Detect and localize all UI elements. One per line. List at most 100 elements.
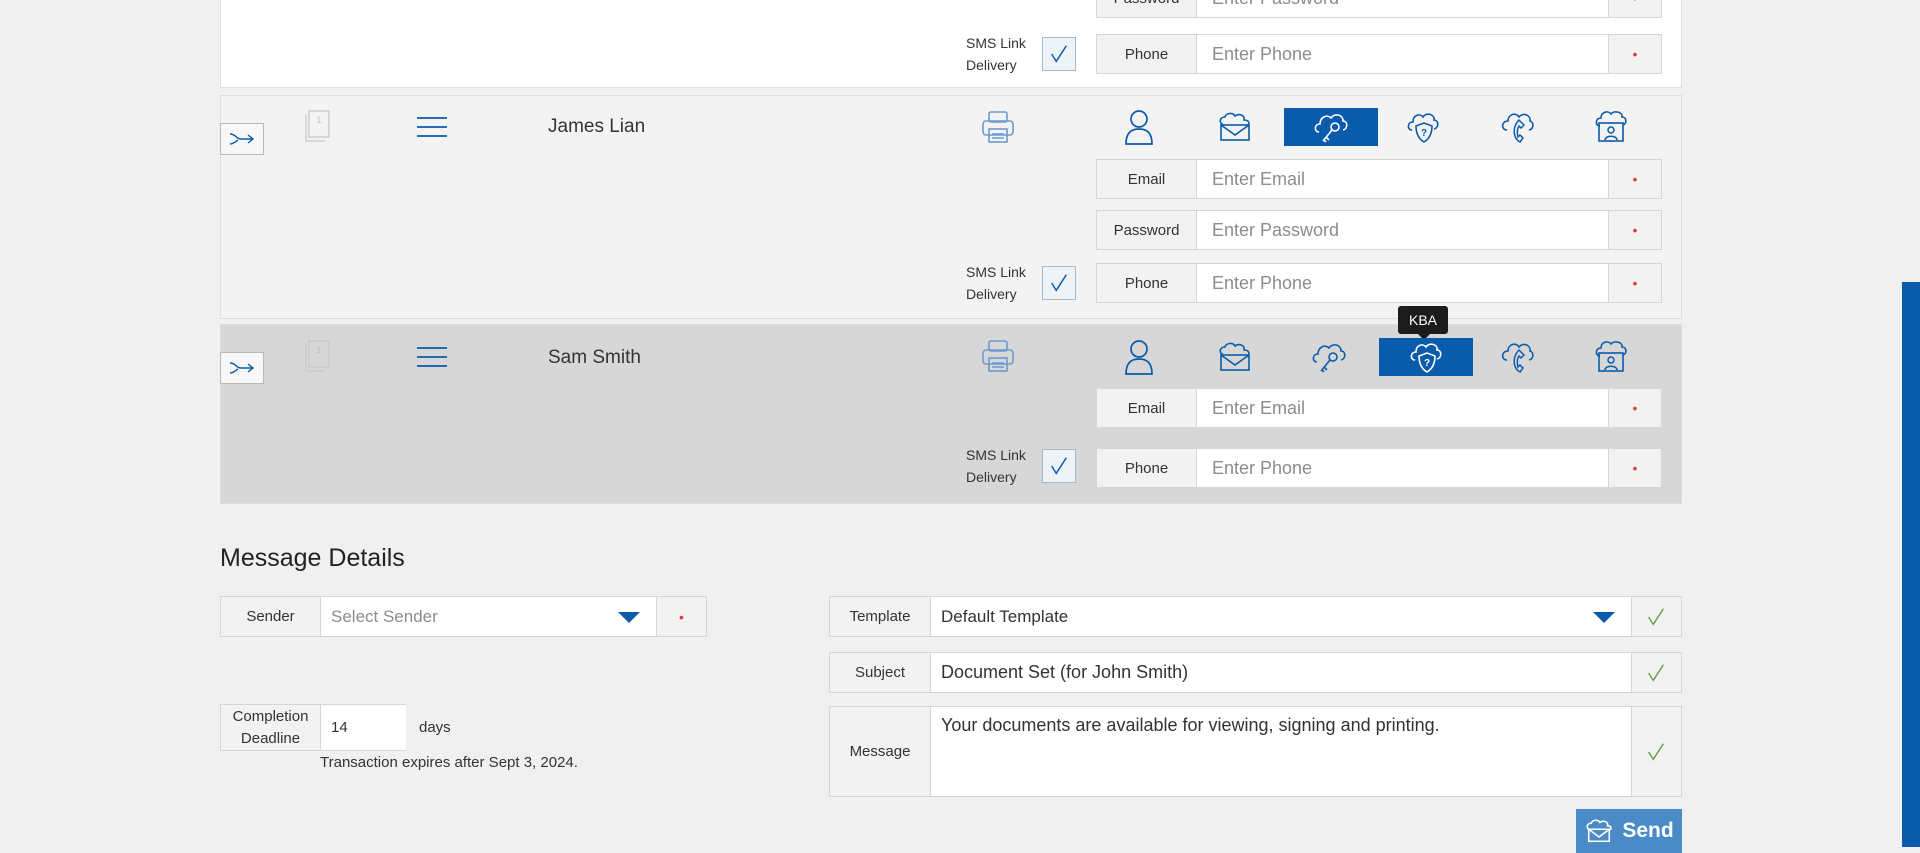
template-label: Template bbox=[830, 597, 931, 636]
routing-arrow-icon bbox=[228, 361, 256, 375]
required-indicator: • bbox=[679, 608, 684, 625]
auth-email-button[interactable] bbox=[1188, 108, 1282, 146]
email-icon bbox=[1217, 112, 1253, 142]
send-label: Send bbox=[1622, 819, 1674, 842]
phone-label: Phone bbox=[1097, 449, 1197, 487]
required-indicator: • bbox=[1632, 400, 1638, 416]
print-icon[interactable] bbox=[981, 110, 1015, 144]
auth-email-button[interactable] bbox=[1188, 338, 1282, 376]
sender-select[interactable]: Select Sender bbox=[321, 597, 657, 636]
required-indicator: • bbox=[1609, 0, 1661, 17]
subject-input[interactable]: Document Set (for John Smith) bbox=[931, 653, 1632, 692]
email-icon bbox=[1217, 342, 1253, 372]
print-icon[interactable] bbox=[981, 339, 1015, 373]
scrollbar[interactable] bbox=[1902, 282, 1920, 847]
check-icon bbox=[1048, 455, 1070, 477]
phone-input[interactable] bbox=[1197, 35, 1609, 73]
sender-label: Sender bbox=[221, 597, 321, 636]
valid-check bbox=[1631, 707, 1681, 796]
email-field-row: Email • bbox=[1096, 388, 1662, 428]
deadline-unit: days bbox=[419, 719, 451, 736]
phone-label: Phone bbox=[1097, 264, 1197, 302]
send-button[interactable]: Send bbox=[1576, 809, 1682, 853]
check-icon bbox=[1645, 606, 1667, 628]
menu-icon[interactable] bbox=[416, 346, 448, 368]
password-field-row: Password • bbox=[1096, 210, 1662, 250]
auth-phone-button[interactable] bbox=[1470, 338, 1564, 376]
phone-label: Phone bbox=[1097, 35, 1197, 73]
sender-placeholder: Select Sender bbox=[331, 606, 438, 626]
email-input[interactable] bbox=[1197, 160, 1609, 198]
routing-arrow-icon bbox=[228, 132, 256, 146]
auth-phone-button[interactable] bbox=[1470, 108, 1564, 146]
phone-input[interactable] bbox=[1197, 449, 1609, 487]
message-textarea[interactable]: Your documents are available for viewing… bbox=[931, 707, 1632, 796]
password-label: Password bbox=[1097, 0, 1197, 17]
required-indicator: • bbox=[1632, 222, 1638, 238]
deadline-days-input[interactable]: 14 bbox=[321, 705, 406, 750]
kba-icon bbox=[1408, 340, 1444, 374]
sms-link-delivery-checkbox[interactable] bbox=[1042, 37, 1076, 71]
document-count-icon[interactable] bbox=[304, 110, 330, 142]
valid-check bbox=[1631, 597, 1681, 636]
email-label: Email bbox=[1097, 160, 1197, 198]
phone-input[interactable] bbox=[1197, 264, 1609, 302]
send-mail-icon bbox=[1584, 819, 1614, 843]
valid-check bbox=[1631, 653, 1681, 692]
completion-deadline-label: Completion Deadline bbox=[221, 705, 321, 750]
password-label: Password bbox=[1097, 211, 1197, 249]
chevron-down-icon bbox=[1593, 612, 1615, 623]
email-label: Email bbox=[1097, 389, 1197, 427]
id-verification-icon bbox=[1593, 340, 1629, 374]
sender-field: Sender Select Sender • bbox=[220, 596, 707, 637]
required-indicator: • bbox=[1632, 460, 1638, 476]
check-icon bbox=[1645, 662, 1667, 684]
required-indicator: • bbox=[1632, 275, 1638, 291]
sms-link-delivery-checkbox[interactable] bbox=[1042, 266, 1076, 300]
message-field: Message Your documents are available for… bbox=[829, 706, 1682, 797]
template-select[interactable]: Default Template bbox=[931, 597, 1632, 636]
sms-link-delivery-checkbox[interactable] bbox=[1042, 449, 1076, 483]
kba-tooltip: KBA bbox=[1398, 306, 1448, 340]
auth-kba-button[interactable] bbox=[1379, 338, 1473, 376]
sms-link-delivery-label: SMS Link Delivery bbox=[966, 35, 1026, 73]
expiry-note: Transaction expires after Sept 3, 2024. bbox=[320, 754, 578, 771]
sms-link-delivery-label: SMS Link Delivery bbox=[966, 264, 1026, 302]
menu-icon[interactable] bbox=[416, 116, 448, 138]
check-icon bbox=[1048, 272, 1070, 294]
sms-link-delivery-label: SMS Link Delivery bbox=[966, 447, 1026, 485]
auth-password-button[interactable] bbox=[1282, 338, 1376, 376]
check-icon bbox=[1048, 43, 1070, 65]
kba-icon bbox=[1405, 110, 1441, 144]
password-input[interactable] bbox=[1197, 211, 1609, 249]
auth-user-button[interactable] bbox=[1092, 108, 1186, 146]
password-input[interactable] bbox=[1197, 0, 1609, 17]
phone-icon bbox=[1499, 110, 1535, 144]
message-label: Message bbox=[830, 707, 931, 796]
signer-name: Sam Smith bbox=[548, 347, 641, 368]
id-verification-icon bbox=[1593, 110, 1629, 144]
phone-field-row: Phone • bbox=[1096, 34, 1662, 74]
auth-user-button[interactable] bbox=[1092, 338, 1186, 376]
auth-id-button[interactable] bbox=[1564, 108, 1658, 146]
routing-button[interactable] bbox=[220, 352, 264, 384]
subject-field: Subject Document Set (for John Smith) bbox=[829, 652, 1682, 693]
email-field-row: Email • bbox=[1096, 159, 1662, 199]
phone-icon bbox=[1499, 340, 1535, 374]
chevron-down-icon bbox=[618, 612, 640, 623]
signer-name: James Lian bbox=[548, 116, 646, 137]
required-indicator: • bbox=[1632, 46, 1638, 62]
user-icon bbox=[1124, 109, 1154, 145]
auth-kba-button[interactable] bbox=[1376, 108, 1470, 146]
password-field-row: Password • bbox=[1096, 0, 1662, 18]
phone-field-row: Phone • bbox=[1096, 263, 1662, 303]
auth-id-button[interactable] bbox=[1564, 338, 1658, 376]
document-count-icon[interactable] bbox=[304, 340, 330, 372]
email-input[interactable] bbox=[1197, 389, 1609, 427]
auth-password-button[interactable] bbox=[1284, 108, 1378, 146]
routing-button[interactable] bbox=[220, 123, 264, 155]
user-icon bbox=[1124, 339, 1154, 375]
template-field: Template Default Template bbox=[829, 596, 1682, 637]
password-key-icon bbox=[1311, 340, 1347, 374]
completion-deadline-field: Completion Deadline 14 bbox=[220, 704, 406, 751]
